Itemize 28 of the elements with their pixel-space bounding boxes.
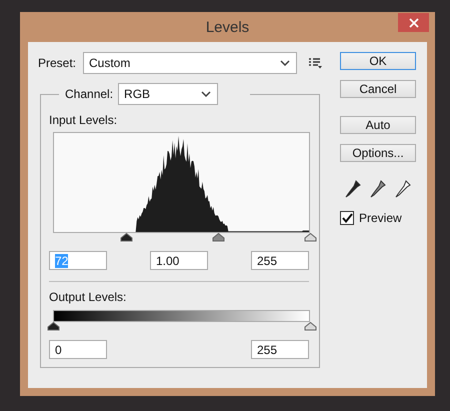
input-field[interactable]: 255 [251, 251, 309, 270]
dialog-button[interactable]: Auto [340, 116, 416, 134]
window-title: Levels [206, 18, 250, 36]
input-field[interactable]: 0 [49, 340, 107, 359]
close-button[interactable] [398, 13, 429, 32]
channel-dropdown[interactable]: RGB [118, 83, 218, 105]
preview-checkbox[interactable] [340, 211, 354, 225]
eyedropper-icon[interactable] [344, 180, 361, 198]
chevron-icon [280, 60, 290, 66]
dialog-button[interactable]: Options... [340, 144, 416, 162]
eyedropper-icon[interactable] [395, 180, 412, 198]
input-levels-label: Input Levels: [49, 113, 118, 127]
slider-handle[interactable] [47, 322, 60, 331]
slider-handle[interactable] [304, 233, 317, 242]
dialog-button[interactable]: Cancel [340, 80, 416, 98]
list-menu-icon[interactable] [309, 58, 322, 68]
close-icon [408, 18, 418, 28]
preset-label: Preset: [38, 56, 78, 70]
eyedropper-icon[interactable] [370, 180, 386, 198]
channel-label: Channel: [65, 87, 114, 101]
dialog-button[interactable]: OK [340, 52, 416, 70]
slider-handle[interactable] [304, 322, 317, 331]
preview-label: Preview [359, 211, 402, 225]
input-field[interactable]: 1.00 [150, 251, 208, 270]
input-field[interactable]: 255 [251, 340, 309, 359]
chevron-icon [201, 91, 212, 97]
output-levels-label: Output Levels: [49, 290, 126, 304]
preset-dropdown[interactable]: Custom [83, 52, 297, 74]
